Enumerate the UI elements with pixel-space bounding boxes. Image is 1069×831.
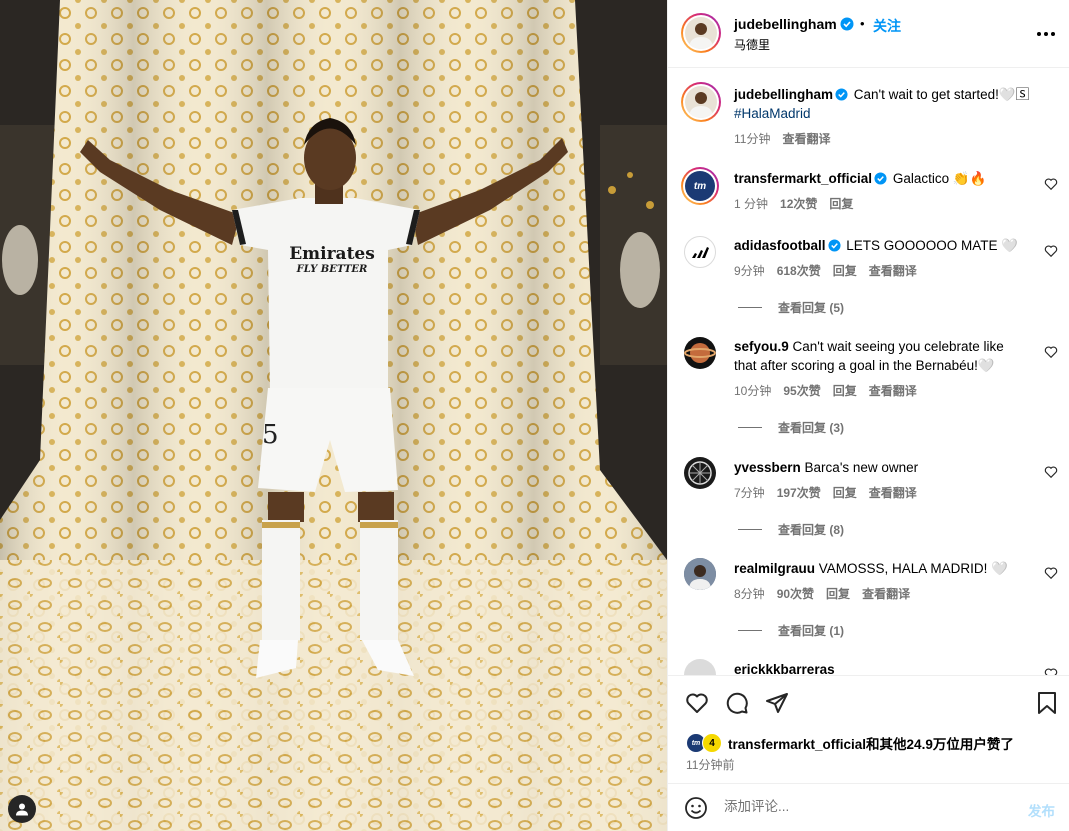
comment-time: 1 分钟	[734, 197, 769, 211]
comment-avatar[interactable]	[684, 457, 716, 489]
more-options-icon[interactable]	[1034, 24, 1058, 44]
comment-username[interactable]: erickkkbarreras	[734, 662, 835, 675]
view-replies-button[interactable]: 查看回复 (3)	[738, 419, 844, 436]
comment-button[interactable]	[724, 690, 750, 716]
comment-composer: 发布	[668, 783, 1069, 831]
likes-text[interactable]: transfermarkt_official和其他24.9万位用户赞了	[728, 733, 1014, 753]
comment-time: 8分钟	[734, 587, 765, 601]
comment-icon	[726, 692, 748, 714]
comment-username[interactable]: sefyou.9	[734, 339, 789, 354]
comment-time: 7分钟	[734, 486, 765, 500]
reply-button[interactable]: 回复	[833, 262, 857, 279]
likes-summary[interactable]: tm 4 transfermarkt_official和其他24.9万位用户赞了	[686, 733, 1014, 753]
heart-icon[interactable]	[1044, 177, 1058, 191]
comment-list[interactable]: judebellingham Can't wait to get started…	[668, 69, 1069, 675]
header-separator: •	[860, 16, 865, 31]
photo-scene	[0, 0, 667, 831]
post-comment-button[interactable]: 发布	[1028, 800, 1055, 820]
comment-text: VAMOSSS, HALA MADRID! 🤍	[815, 561, 1008, 576]
heart-icon	[686, 693, 708, 713]
translate-button[interactable]: 查看翻译	[869, 382, 917, 399]
heart-icon[interactable]	[1044, 345, 1058, 359]
post-actions: tm 4 transfermarkt_official和其他24.9万位用户赞了…	[668, 675, 1069, 783]
heart-icon[interactable]	[1044, 667, 1058, 675]
post-location[interactable]: 马德里	[734, 36, 770, 53]
verified-badge-icon	[835, 88, 848, 101]
caption-time: 11分钟	[734, 132, 771, 146]
author-avatar[interactable]	[681, 13, 721, 53]
verified-badge-icon	[827, 239, 841, 252]
translate-button[interactable]: 查看翻译	[869, 484, 917, 501]
comment-avatar[interactable]	[684, 236, 716, 268]
view-replies-button[interactable]: 查看回复 (8)	[738, 521, 844, 538]
comment-avatar[interactable]: tm	[681, 167, 719, 205]
author-username[interactable]: judebellingham	[734, 16, 837, 32]
comment-text: LETS GOOOOOO MATE 🤍	[842, 238, 1019, 253]
reply-button[interactable]: 回复	[829, 195, 853, 212]
comment-avatar[interactable]	[684, 659, 716, 675]
emoji-icon[interactable]	[684, 796, 708, 820]
jersey-sponsor: Emirates FLY BETTER	[287, 245, 377, 276]
comment-username[interactable]: transfermarkt_official	[734, 171, 872, 186]
comment-input[interactable]	[724, 799, 1004, 814]
jersey-sponsor-line2: FLY BETTER	[296, 264, 368, 275]
caption-text: Can't wait to get started!🤍🅂	[850, 87, 1030, 102]
heart-icon[interactable]	[1044, 244, 1058, 258]
reply-button[interactable]: 回复	[833, 484, 857, 501]
share-button[interactable]	[764, 690, 790, 716]
shorts-number: 5	[262, 420, 279, 450]
caption-translate-button[interactable]: 查看翻译	[782, 130, 830, 147]
jersey-sponsor-line1: Emirates	[289, 244, 375, 264]
like-button[interactable]	[684, 690, 710, 716]
reply-button[interactable]: 回复	[833, 382, 857, 399]
heart-icon[interactable]	[1044, 465, 1058, 479]
translate-button[interactable]: 查看翻译	[869, 262, 917, 279]
post-photo[interactable]: Emirates FLY BETTER 5	[0, 0, 667, 831]
translate-button[interactable]: 查看翻译	[862, 585, 910, 602]
view-replies-button[interactable]: 查看回复 (5)	[738, 299, 844, 316]
comment-username[interactable]: realmilgrauu	[734, 561, 815, 576]
comment-time: 10分钟	[734, 384, 772, 398]
send-icon	[766, 693, 788, 713]
comment-likes[interactable]: 197次赞	[777, 484, 821, 501]
caption-username[interactable]: judebellingham	[734, 87, 833, 102]
follow-button[interactable]: 关注	[873, 16, 901, 36]
heart-icon[interactable]	[1044, 566, 1058, 580]
likers-avatars: tm 4	[686, 733, 724, 753]
comment-username[interactable]: yvessbern	[734, 460, 801, 475]
comment-avatar[interactable]	[684, 558, 716, 590]
comment-likes[interactable]: 12次赞	[780, 195, 817, 212]
verified-badge-icon	[840, 17, 854, 31]
view-replies-button[interactable]: 查看回复 (1)	[738, 622, 844, 639]
user-tag-icon	[16, 803, 28, 816]
post-side-panel: judebellingham • 关注 马德里 judebellingham C…	[667, 0, 1069, 831]
comment-avatar[interactable]	[684, 337, 716, 369]
caption-avatar[interactable]	[681, 82, 721, 122]
comment-likes[interactable]: 95次赞	[783, 382, 820, 399]
comment-time: 9分钟	[734, 264, 765, 278]
post-header: judebellingham • 关注 马德里	[668, 0, 1069, 68]
verified-badge-icon	[874, 172, 887, 185]
comment-likes[interactable]: 618次赞	[777, 262, 821, 279]
caption-hashtag[interactable]: #HalaMadrid	[734, 106, 811, 121]
comment-username[interactable]: adidasfootball	[734, 238, 826, 253]
comment-likes[interactable]: 90次赞	[777, 585, 814, 602]
save-button[interactable]	[1034, 690, 1060, 716]
comment-text: Galactico 👏🔥	[889, 171, 987, 186]
bookmark-icon	[1038, 692, 1056, 714]
user-tag-button[interactable]	[8, 795, 36, 823]
comment-text: Barca's new owner	[800, 460, 919, 475]
post-time: 11分钟前	[686, 758, 735, 772]
reply-button[interactable]: 回复	[826, 585, 850, 602]
